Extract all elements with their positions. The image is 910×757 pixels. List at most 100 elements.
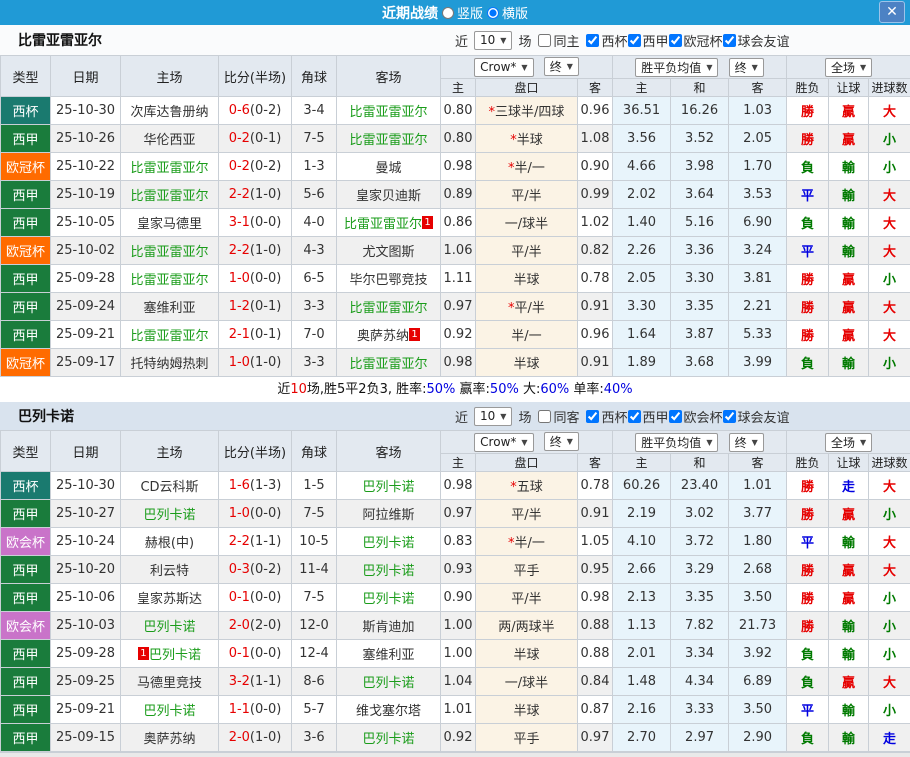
away-team: 斯肯迪加 bbox=[337, 612, 441, 640]
team-label: 尤文图斯 bbox=[362, 245, 414, 260]
scope-select[interactable]: 全场▼ bbox=[825, 433, 872, 452]
home-team: 塞维利亚 bbox=[121, 293, 219, 321]
fulltime-score: 3-2 bbox=[229, 674, 250, 689]
star-mark: * bbox=[510, 480, 517, 495]
league-filter[interactable]: 西甲 bbox=[628, 407, 669, 426]
result-badge: 勝 bbox=[787, 556, 829, 584]
crown-home-odds: 1.01 bbox=[441, 696, 476, 724]
fulltime-score: 1-6 bbox=[229, 478, 250, 493]
halftime-score: (2-0) bbox=[250, 618, 281, 633]
handicap-result-badge: 輸 bbox=[829, 724, 869, 752]
odds-company-select[interactable]: Crow*▼ bbox=[474, 433, 533, 452]
vertical-radio[interactable] bbox=[442, 7, 454, 19]
corners: 3-3 bbox=[292, 293, 337, 321]
crown-home-odds: 0.86 bbox=[441, 209, 476, 237]
league-filter[interactable]: 欧会杯 bbox=[669, 407, 723, 426]
col-avg-draw: 和 bbox=[671, 454, 729, 472]
result-badge: 平 bbox=[787, 528, 829, 556]
odds-time-select[interactable]: 终▼ bbox=[544, 57, 579, 76]
match-date: 25-10-06 bbox=[51, 584, 121, 612]
halftime-score: (0-0) bbox=[250, 646, 281, 661]
league-checkbox[interactable] bbox=[723, 410, 736, 423]
league-checkbox[interactable] bbox=[586, 34, 599, 47]
team-label: 比雷亚雷亚尔 bbox=[344, 217, 422, 232]
league-filter[interactable]: 球会友谊 bbox=[723, 407, 790, 426]
avg-home-odds: 1.40 bbox=[613, 209, 671, 237]
games-count-select[interactable]: 10▼ bbox=[474, 407, 512, 426]
league-filter[interactable]: 欧冠杯 bbox=[669, 31, 723, 50]
avg-home-odds: 1.48 bbox=[613, 668, 671, 696]
odds-group: Crow*▼ 终▼ bbox=[441, 431, 613, 454]
same-venue-filter[interactable]: 同主 bbox=[538, 31, 579, 50]
result-badge: 勝 bbox=[787, 584, 829, 612]
halftime-score: (0-1) bbox=[250, 131, 281, 146]
avg-time-select[interactable]: 终▼ bbox=[729, 58, 764, 77]
league-badge: 西甲 bbox=[1, 556, 51, 584]
away-team: 塞维利亚 bbox=[337, 640, 441, 668]
avg-select[interactable]: 胜平负均值▼ bbox=[635, 433, 718, 452]
league-checkbox[interactable] bbox=[669, 34, 682, 47]
avg-home-odds: 2.70 bbox=[613, 724, 671, 752]
away-team: 巴列卡诺 bbox=[337, 584, 441, 612]
avg-away-odds: 6.90 bbox=[729, 209, 787, 237]
league-checkbox[interactable] bbox=[669, 410, 682, 423]
league-checkbox[interactable] bbox=[628, 410, 641, 423]
handicap: *三球半/四球 bbox=[476, 97, 578, 125]
avg-select[interactable]: 胜平负均值▼ bbox=[635, 58, 718, 77]
match-date: 25-10-02 bbox=[51, 237, 121, 265]
score: 2-0(1-0) bbox=[219, 724, 292, 752]
result-badge: 勝 bbox=[787, 612, 829, 640]
team-label: 比雷亚雷亚尔 bbox=[130, 273, 208, 288]
match-row: 西杯25-10-30CD云科斯1-6(1-3)1-5巴列卡诺0.98*五球0.7… bbox=[1, 472, 910, 500]
halftime-score: (0-2) bbox=[250, 159, 281, 174]
league-checkbox[interactable] bbox=[723, 34, 736, 47]
col-avg-away: 客 bbox=[729, 79, 787, 97]
avg-time-select[interactable]: 终▼ bbox=[729, 433, 764, 452]
odds-time-select[interactable]: 终▼ bbox=[544, 432, 579, 451]
league-filter[interactable]: 西杯 bbox=[586, 31, 627, 50]
league-badge: 欧冠杯 bbox=[1, 237, 51, 265]
league-filter[interactable]: 西甲 bbox=[628, 31, 669, 50]
games-count-select[interactable]: 10▼ bbox=[474, 31, 512, 50]
team-label: 皇家马德里 bbox=[137, 217, 202, 232]
match-row: 西甲25-10-19比雷亚雷亚尔2-2(1-0)5-6皇家贝迪斯0.89平/半0… bbox=[1, 181, 910, 209]
league-checkbox[interactable] bbox=[586, 410, 599, 423]
horizontal-radio[interactable] bbox=[487, 7, 499, 19]
avg-draw-odds: 3.29 bbox=[671, 556, 729, 584]
filters: 近 10▼ 场 同客 西杯西甲欧会杯球会友谊 bbox=[452, 407, 793, 426]
crown-home-odds: 0.80 bbox=[441, 125, 476, 153]
result-badge: 勝 bbox=[787, 321, 829, 349]
scope-select[interactable]: 全场▼ bbox=[825, 58, 872, 77]
avg-draw-odds: 3.35 bbox=[671, 293, 729, 321]
same-venue-checkbox[interactable] bbox=[538, 34, 551, 47]
team-label: 巴列卡诺 bbox=[143, 620, 195, 635]
goals-result-badge: 大 bbox=[869, 97, 910, 125]
same-venue-checkbox[interactable] bbox=[538, 410, 551, 423]
col-odds-home: 主 bbox=[441, 454, 476, 472]
close-icon[interactable]: ✕ bbox=[879, 1, 905, 23]
team-label: 巴列卡诺 bbox=[362, 676, 414, 691]
score: 2-2(1-0) bbox=[219, 181, 292, 209]
league-badge: 西杯 bbox=[1, 97, 51, 125]
goals-result-badge: 小 bbox=[869, 696, 910, 724]
odds-company-select[interactable]: Crow*▼ bbox=[474, 58, 533, 77]
league-filter[interactable]: 球会友谊 bbox=[723, 31, 790, 50]
chevron-down-icon: ▼ bbox=[860, 63, 866, 72]
layout-vertical-option[interactable]: 竖版 bbox=[442, 3, 483, 22]
halftime-score: (0-0) bbox=[250, 590, 281, 605]
star-mark: * bbox=[508, 301, 515, 316]
league-filter[interactable]: 西杯 bbox=[586, 407, 627, 426]
fulltime-score: 2-2 bbox=[229, 187, 250, 202]
handicap-result-badge: 走 bbox=[829, 472, 869, 500]
avg-draw-odds: 5.16 bbox=[671, 209, 729, 237]
league-checkbox[interactable] bbox=[628, 34, 641, 47]
same-venue-filter[interactable]: 同客 bbox=[538, 407, 579, 426]
summary-part: 50% bbox=[490, 382, 519, 397]
layout-horizontal-option[interactable]: 横版 bbox=[487, 3, 528, 22]
avg-home-odds: 2.66 bbox=[613, 556, 671, 584]
team-label: 奥萨苏纳 bbox=[357, 329, 409, 344]
crown-away-odds: 0.96 bbox=[578, 321, 613, 349]
result-badge: 負 bbox=[787, 668, 829, 696]
crown-home-odds: 0.97 bbox=[441, 293, 476, 321]
crown-away-odds: 0.90 bbox=[578, 153, 613, 181]
